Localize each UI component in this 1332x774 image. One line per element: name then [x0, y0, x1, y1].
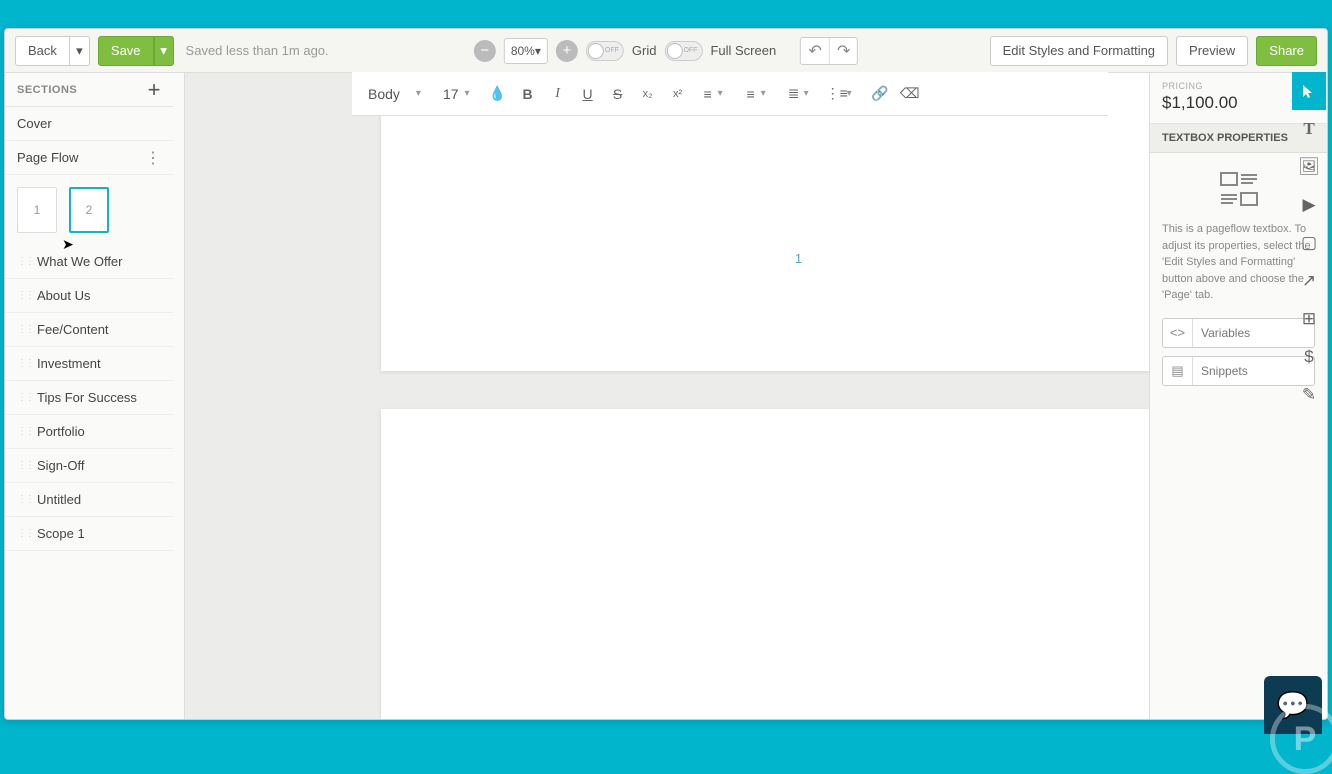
page-1[interactable]: 1 G: [381, 73, 1149, 371]
text-color-icon[interactable]: 💧: [484, 80, 512, 108]
section-cover[interactable]: Cover: [5, 107, 173, 141]
zoom-in-button[interactable]: +: [556, 40, 578, 62]
sections-sidebar: SECTIONS + Cover Page Flow ⋮ 1 2 ⋮⋮What …: [5, 73, 185, 719]
page-thumb-2[interactable]: 2: [69, 187, 109, 233]
page-2[interactable]: 🗑 💬 Click to add c...: [381, 409, 1149, 719]
strikethrough-button[interactable]: S: [604, 80, 632, 108]
link-button[interactable]: 🔗: [866, 80, 894, 108]
section-sign-off[interactable]: ⋮⋮Sign-Off: [5, 449, 173, 483]
back-caret[interactable]: ▾: [70, 36, 90, 66]
watermark-logo: P: [1270, 704, 1332, 774]
undo-button[interactable]: ↶: [801, 38, 829, 64]
caret-down-icon: ▾: [465, 88, 470, 99]
image-tool[interactable]: 🖼: [1292, 148, 1326, 186]
video-tool[interactable]: ▶: [1292, 186, 1326, 224]
sections-header: SECTIONS: [17, 84, 77, 96]
grid-toggle[interactable]: OFF: [586, 41, 624, 61]
page-number: 1: [795, 251, 802, 266]
line-tool[interactable]: ↗: [1292, 262, 1326, 300]
section-scope-1[interactable]: ⋮⋮Scope 1: [5, 517, 173, 551]
section-investment[interactable]: ⋮⋮Investment: [5, 347, 173, 381]
tool-rail: T 🖼 ▶ ▢ ↗ ⊞ $ ✎: [1292, 72, 1326, 414]
section-untitled[interactable]: ⋮⋮Untitled: [5, 483, 173, 517]
add-section-button[interactable]: +: [148, 77, 161, 103]
section-about-us[interactable]: ⋮⋮About Us: [5, 279, 173, 313]
superscript-button[interactable]: x²: [664, 80, 692, 108]
bold-button[interactable]: B: [514, 80, 542, 108]
section-what-we-offer[interactable]: ⋮⋮What We Offer: [5, 245, 173, 279]
section-tips[interactable]: ⋮⋮Tips For Success: [5, 381, 173, 415]
underline-button[interactable]: U: [574, 80, 602, 108]
clear-format-button[interactable]: ⌫: [896, 80, 924, 108]
redo-button[interactable]: ↷: [829, 38, 857, 64]
italic-button[interactable]: I: [544, 80, 572, 108]
back-button[interactable]: Back: [15, 36, 70, 66]
save-button[interactable]: Save: [98, 36, 154, 66]
table-tool[interactable]: ⊞: [1292, 300, 1326, 338]
canvas: 1 G 🗑 💬 Click to add c...: [185, 73, 1149, 719]
pricing-tool[interactable]: $: [1292, 338, 1326, 376]
share-button[interactable]: Share: [1256, 36, 1317, 66]
page-thumb-1[interactable]: 1: [17, 187, 57, 233]
variables-icon: <>: [1163, 319, 1193, 347]
save-status: Saved less than 1m ago.: [186, 43, 329, 58]
fullscreen-toggle[interactable]: OFF: [664, 41, 702, 61]
section-page-flow[interactable]: Page Flow ⋮: [5, 141, 173, 175]
subscript-button[interactable]: x₂: [634, 80, 662, 108]
cursor-tool[interactable]: [1292, 72, 1326, 110]
preview-button[interactable]: Preview: [1176, 36, 1248, 66]
text-style-select[interactable]: Body: [364, 82, 420, 106]
section-more-icon[interactable]: ⋮: [145, 148, 161, 168]
edit-styles-button[interactable]: Edit Styles and Formatting: [990, 36, 1168, 66]
grid-label: Grid: [632, 43, 657, 58]
snippets-icon: ▤: [1163, 357, 1193, 385]
text-tool[interactable]: T: [1292, 110, 1326, 148]
fullscreen-label: Full Screen: [710, 43, 776, 58]
top-toolbar: Back ▾ Save ▾ Saved less than 1m ago. − …: [5, 29, 1327, 73]
section-fee-content[interactable]: ⋮⋮Fee/Content: [5, 313, 173, 347]
save-caret[interactable]: ▾: [154, 36, 174, 66]
shape-tool[interactable]: ▢: [1292, 224, 1326, 262]
zoom-value[interactable]: 80% ▾: [504, 38, 548, 64]
zoom-out-button[interactable]: −: [474, 40, 496, 62]
font-size-value[interactable]: 17: [443, 86, 459, 102]
section-portfolio[interactable]: ⋮⋮Portfolio: [5, 415, 173, 449]
signature-tool[interactable]: ✎: [1292, 376, 1326, 414]
